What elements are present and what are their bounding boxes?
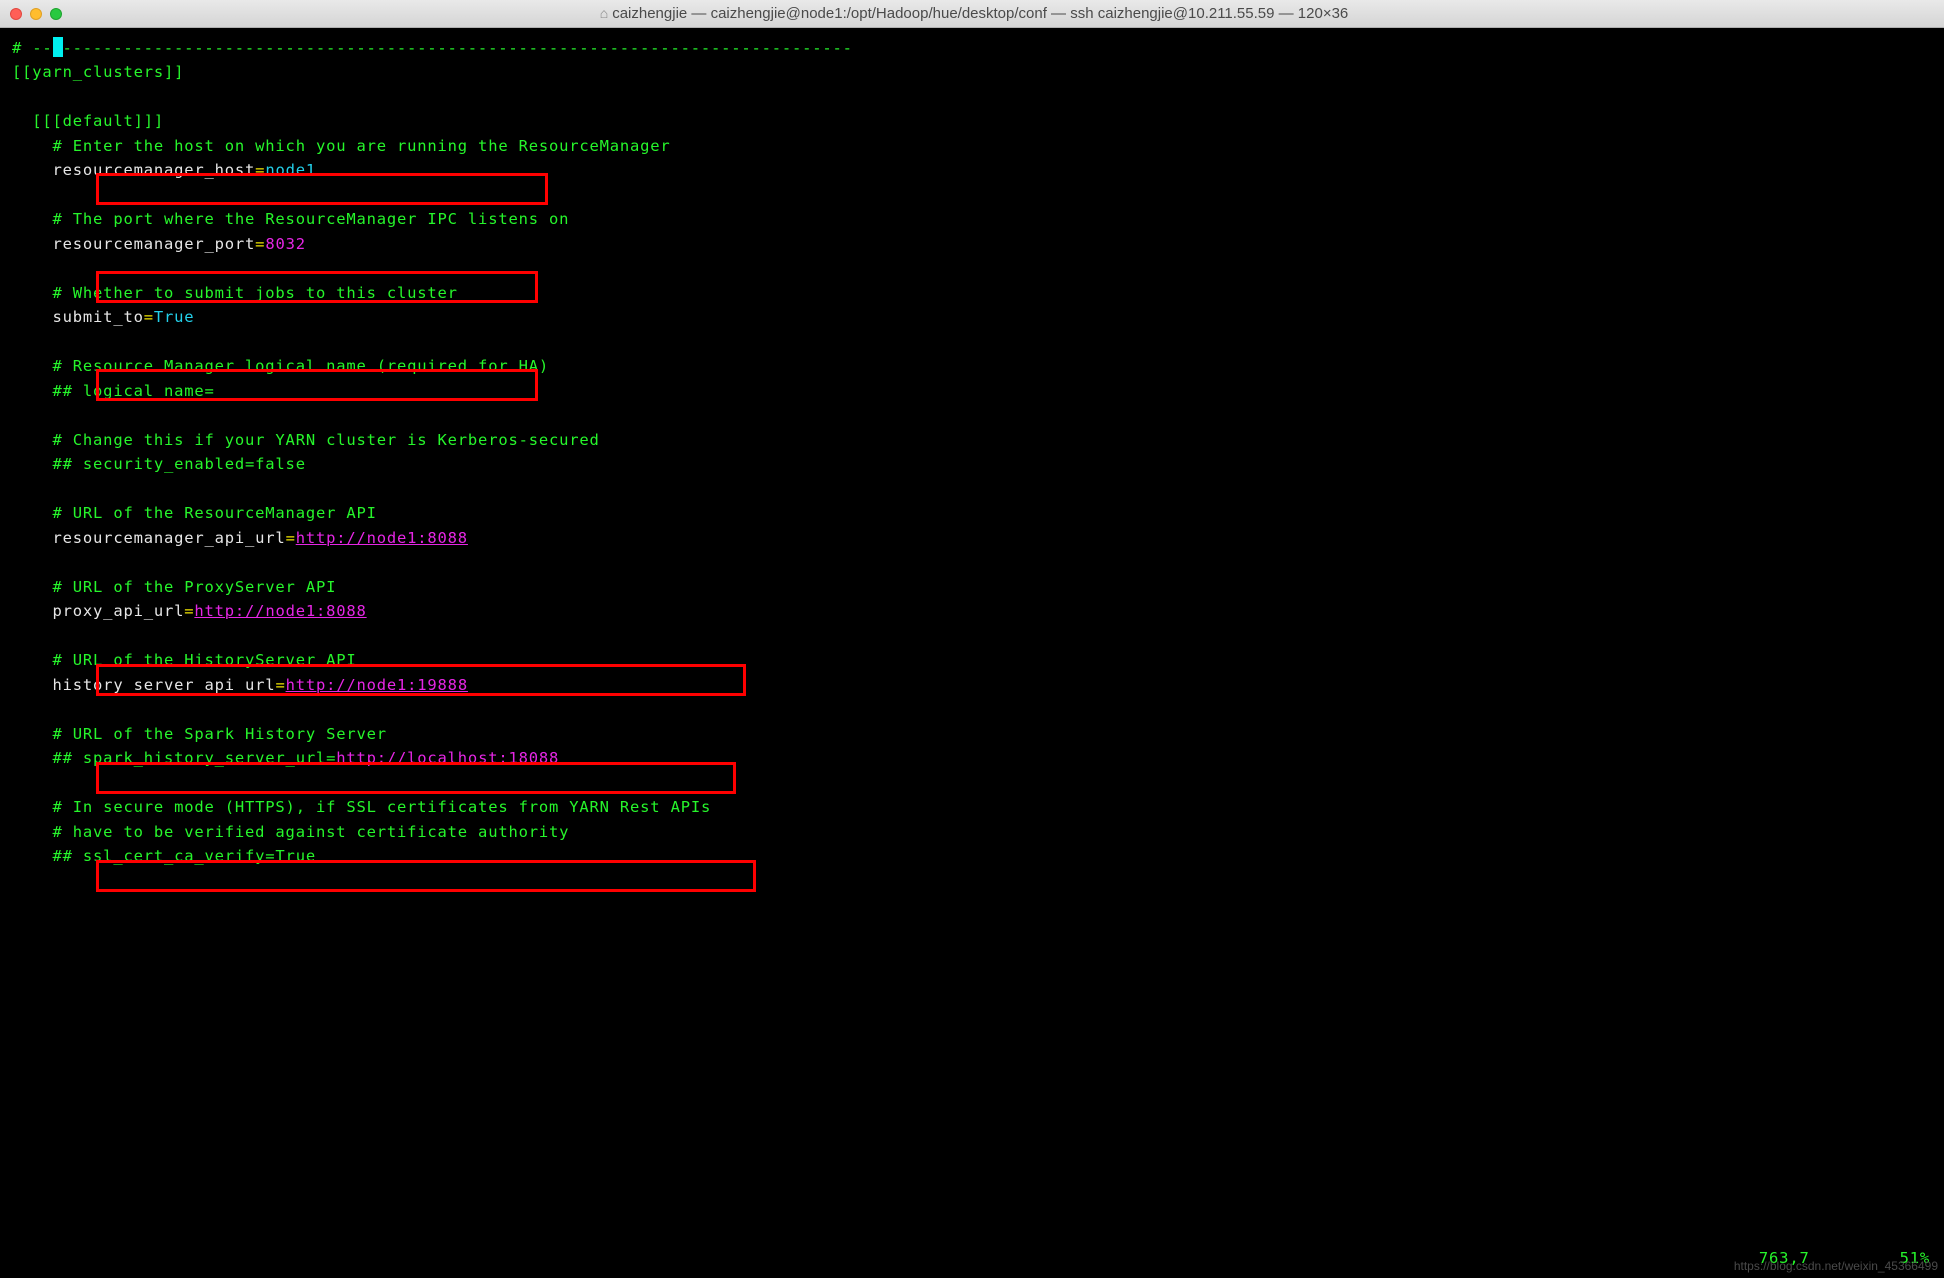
comment-rm-api: # URL of the ResourceManager API	[12, 504, 377, 522]
proxy-key: proxy_api_url	[12, 602, 184, 620]
comment-spark: # URL of the Spark History Server	[12, 725, 387, 743]
history-url: http://node1:19888	[286, 676, 468, 694]
history-key: history_server_api_url	[12, 676, 275, 694]
terminal-viewport[interactable]: # --------------------------------------…	[0, 28, 1944, 1278]
submit-key: submit_to	[12, 308, 144, 326]
spark-url: http://localhost:18088	[336, 749, 559, 767]
rm-port-val: 8032	[265, 235, 306, 253]
ssl-line: ## ssl_cert_ca_verify=True	[12, 847, 316, 865]
hash-line: # --	[12, 39, 53, 57]
section-yarn-clusters: [[yarn_clusters]]	[12, 63, 184, 81]
window-titlebar: ⌂ caizhengjie — caizhengjie@node1:/opt/H…	[0, 0, 1944, 28]
security-line: ## security_enabled=false	[12, 455, 306, 473]
comment-submit: # Whether to submit jobs to this cluster	[12, 284, 458, 302]
comment-logical: # Resource Manager logical name (require…	[12, 357, 549, 375]
rm-api-key: resourcemanager_api_url	[12, 529, 286, 547]
terminal-content: # --------------------------------------…	[12, 36, 1932, 868]
comment-rm-port: # The port where the ResourceManager IPC…	[12, 210, 569, 228]
comment-ssl-1: # In secure mode (HTTPS), if SSL certifi…	[12, 798, 711, 816]
comment-proxy: # URL of the ProxyServer API	[12, 578, 336, 596]
rm-port-key: resourcemanager_port	[12, 235, 255, 253]
comment-kerberos: # Change this if your YARN cluster is Ke…	[12, 431, 600, 449]
proxy-url: http://node1:8088	[194, 602, 366, 620]
logical-line: ## logical_name=	[12, 382, 215, 400]
cursor	[53, 37, 63, 57]
rm-host-val: node1	[265, 161, 316, 179]
comment-history: # URL of the HistoryServer API	[12, 651, 356, 669]
spark-prefix: ## spark_history_server_url=	[12, 749, 336, 767]
section-default: [[[default]]]	[12, 112, 164, 130]
vim-statusbar: 763,7 51%	[14, 1246, 1930, 1270]
rm-host-key: resourcemanager_host	[12, 161, 255, 179]
window-title: caizhengjie — caizhengjie@node1:/opt/Had…	[612, 2, 1348, 26]
comment-enter-host: # Enter the host on which you are runnin…	[12, 137, 671, 155]
comment-ssl-2: # have to be verified against certificat…	[12, 823, 569, 841]
watermark: https://blog.csdn.net/weixin_45366499	[1734, 1257, 1938, 1276]
submit-val: True	[154, 308, 195, 326]
home-icon: ⌂	[600, 2, 608, 24]
rm-api-url: http://node1:8088	[296, 529, 468, 547]
